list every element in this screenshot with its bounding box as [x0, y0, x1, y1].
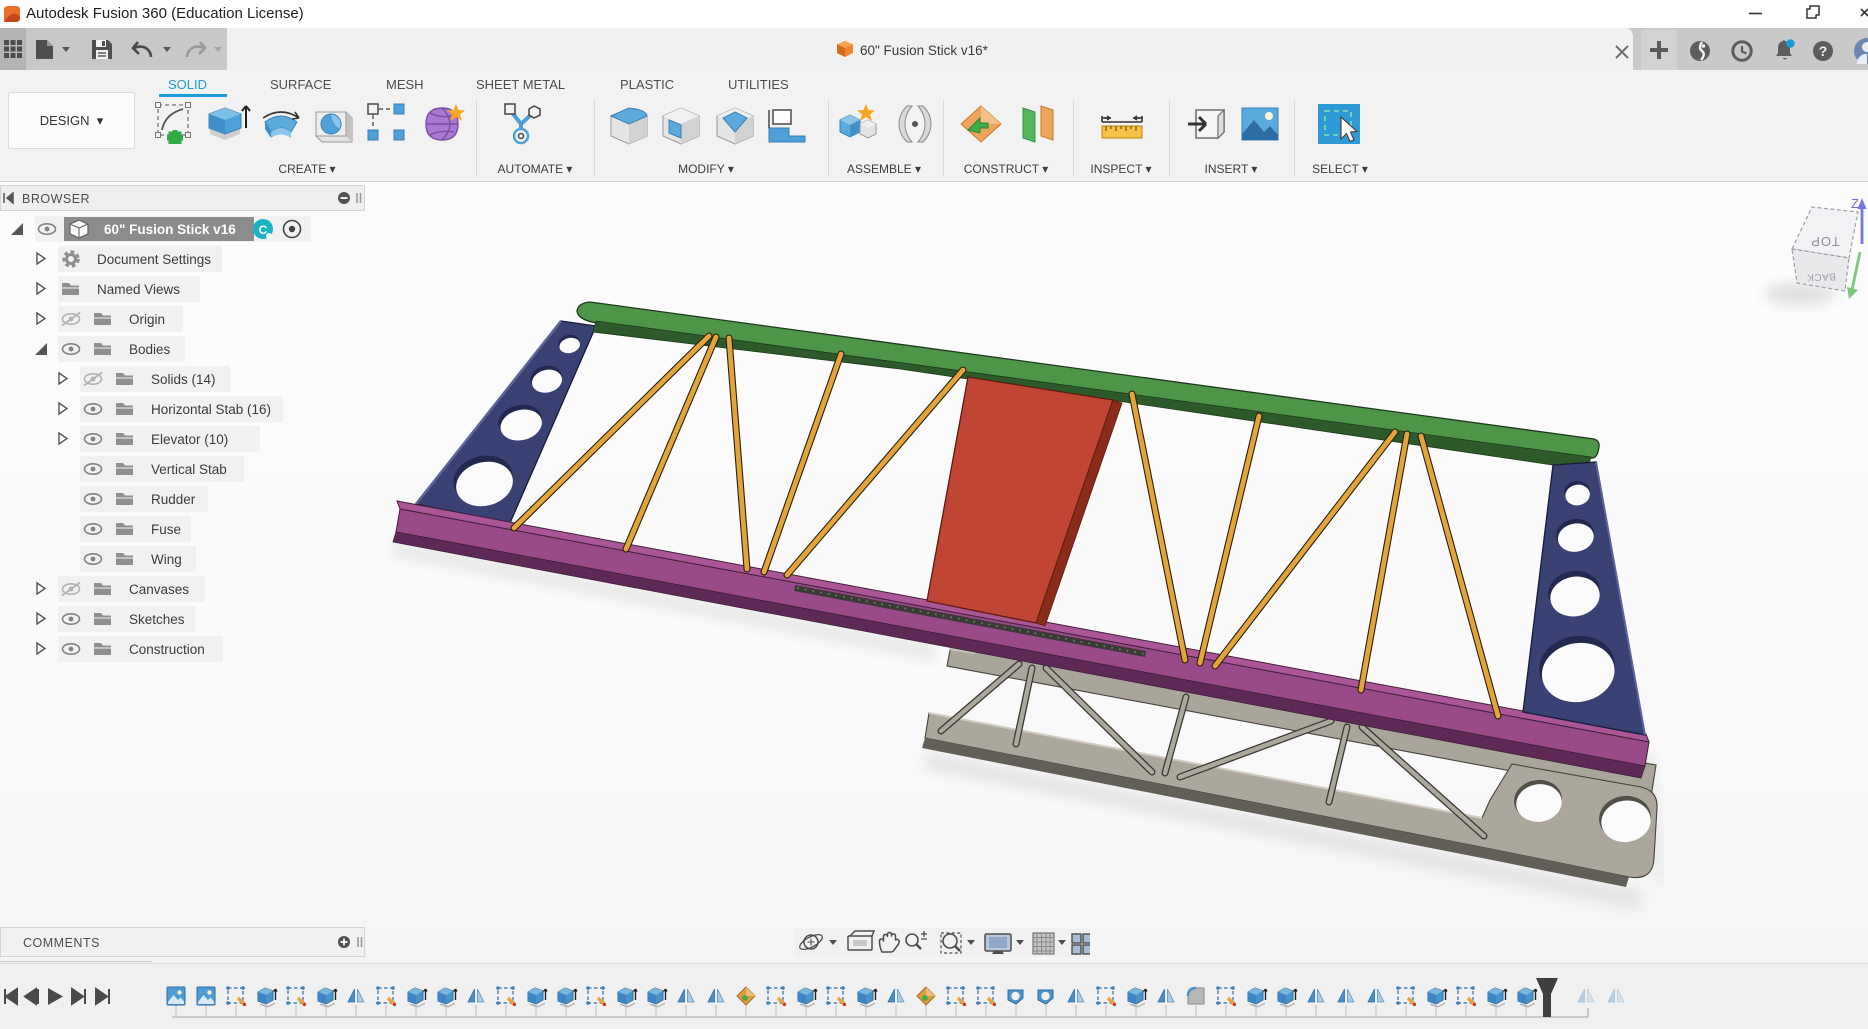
svg-text:BACK: BACK: [1806, 270, 1836, 282]
svg-text:Rudder: Rudder: [151, 492, 196, 507]
svg-text:Elevator (10): Elevator (10): [151, 432, 228, 447]
svg-text:Origin: Origin: [129, 312, 165, 327]
svg-text:Fuse: Fuse: [151, 522, 181, 537]
svg-text:Named Views: Named Views: [97, 282, 180, 297]
svg-text:TOP: TOP: [1810, 234, 1840, 249]
svg-text:Solids (14): Solids (14): [151, 372, 216, 387]
svg-text:Vertical Stab: Vertical Stab: [151, 462, 227, 477]
svg-text:Bodies: Bodies: [129, 342, 171, 357]
svg-text:Horizontal Stab (16): Horizontal Stab (16): [151, 402, 271, 417]
svg-text:Z: Z: [1851, 196, 1859, 211]
svg-text:60" Fusion Stick v16: 60" Fusion Stick v16: [104, 222, 236, 237]
svg-text:?: ?: [1819, 43, 1828, 59]
svg-text:Canvases: Canvases: [129, 582, 189, 597]
svg-text:Document Settings: Document Settings: [97, 252, 211, 267]
svg-text:Sketches: Sketches: [129, 612, 185, 627]
svg-text:BROWSER: BROWSER: [22, 192, 90, 206]
svg-text:Wing: Wing: [151, 552, 182, 567]
svg-text:Construction: Construction: [129, 642, 205, 657]
